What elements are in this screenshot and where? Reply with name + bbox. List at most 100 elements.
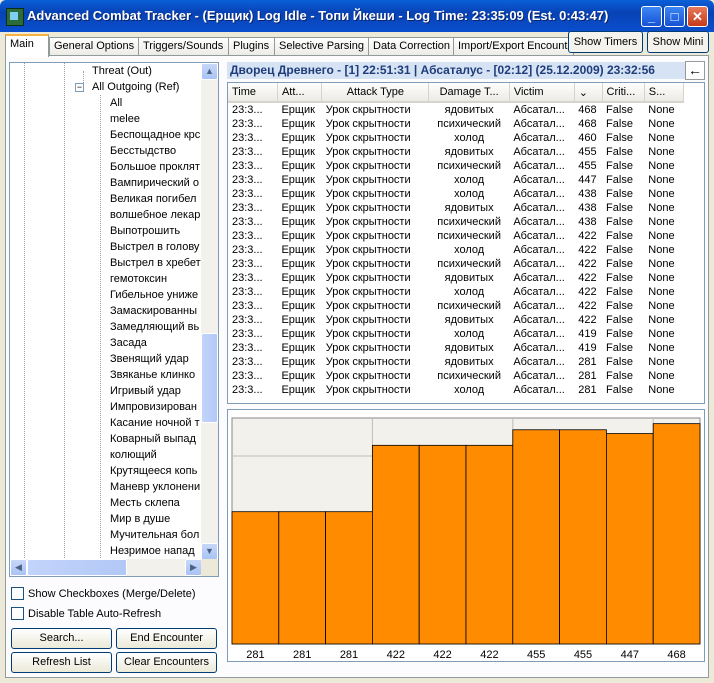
- table-row[interactable]: 23:3... Ерщик Урок скрытности холод Абсатал.…: [228, 131, 684, 145]
- tree-item[interactable]: Маневр уклонени: [110, 479, 202, 495]
- minimize-button[interactable]: _: [641, 6, 662, 27]
- tree-item[interactable]: Выстрел в голову: [110, 239, 202, 255]
- table-cell: 422: [578, 258, 597, 270]
- scroll-up-icon[interactable]: ▲: [201, 63, 218, 80]
- column-header[interactable]: Att...: [277, 83, 323, 103]
- table-row[interactable]: 23:3... Ерщик Урок скрытности психический Аб…: [228, 117, 684, 131]
- tree-item[interactable]: Выпотрошить: [110, 223, 202, 239]
- end-encounter-button[interactable]: End Encounter: [116, 628, 217, 649]
- tab-main[interactable]: Main: [5, 34, 49, 57]
- table-cell: 281: [578, 356, 597, 368]
- tab-triggers-sounds[interactable]: Triggers/Sounds: [138, 37, 232, 55]
- tree-item[interactable]: Импровизирован: [110, 399, 202, 415]
- table-row[interactable]: 23:3... Ерщик Урок скрытности психический Аб…: [228, 299, 684, 313]
- tree-item[interactable]: melee: [110, 111, 202, 127]
- disable-autorefresh-option[interactable]: Disable Table Auto-Refresh: [11, 606, 161, 622]
- scroll-down-icon[interactable]: ▼: [201, 543, 218, 560]
- maximize-button[interactable]: □: [664, 6, 685, 27]
- tab-plugins[interactable]: Plugins: [228, 37, 278, 55]
- refresh-list-button[interactable]: Refresh List: [11, 652, 112, 673]
- column-header[interactable]: Damage T...: [428, 83, 510, 103]
- table-row[interactable]: 23:3... Ерщик Урок скрытности холод Абсатал.…: [228, 327, 684, 341]
- table-cell: психический: [437, 216, 501, 228]
- disable-autorefresh-checkbox[interactable]: [11, 607, 24, 620]
- column-header[interactable]: Time: [228, 83, 278, 103]
- tree-item[interactable]: Гибельное униже: [110, 287, 202, 303]
- table-row[interactable]: 23:3... Ерщик Урок скрытности психический Аб…: [228, 215, 684, 229]
- encounter-tree[interactable]: Threat (Out) − All Outgoing (Ref) All mel…: [9, 62, 219, 577]
- scroll-thumb[interactable]: [201, 333, 218, 423]
- tree-item[interactable]: Большое проклят: [110, 159, 202, 175]
- back-arrow-icon[interactable]: ←: [685, 61, 705, 80]
- table-row[interactable]: 23:3... Ерщик Урок скрытности холод Абсатал.…: [228, 187, 684, 201]
- tab-data-correction[interactable]: Data Correction: [368, 37, 457, 55]
- chart-bar: [418, 444, 467, 645]
- table-row[interactable]: 23:3... Ерщик Урок скрытности холод Абсатал.…: [228, 173, 684, 187]
- table-row[interactable]: 23:3... Ерщик Урок скрытности холод Абсатал.…: [228, 285, 684, 299]
- scroll-left-icon[interactable]: ◀: [10, 559, 27, 576]
- table-row[interactable]: 23:3... Ерщик Урок скрытности ядовитых Абсат…: [228, 145, 684, 159]
- tree-vertical-scrollbar[interactable]: ▲ ▼: [201, 63, 218, 560]
- tree-item[interactable]: колющий: [110, 447, 202, 463]
- tree-item[interactable]: All: [110, 95, 202, 111]
- tree-item[interactable]: Беспощадное крс: [110, 127, 202, 143]
- tree-item[interactable]: Незримое напад: [110, 543, 202, 559]
- table-row[interactable]: 23:3... Ерщик Урок скрытности ядовитых Абсат…: [228, 355, 684, 369]
- tree-horizontal-scrollbar[interactable]: ◀ ▶: [10, 559, 202, 576]
- show-checkboxes-checkbox[interactable]: [11, 587, 24, 600]
- table-cell: ядовитых: [444, 356, 494, 368]
- table-cell: False: [606, 384, 633, 396]
- table-row[interactable]: 23:3... Ерщик Урок скрытности психический Аб…: [228, 369, 684, 383]
- tree-item[interactable]: Месть склепа: [110, 495, 202, 511]
- tree-item[interactable]: Мучительная бол: [110, 527, 202, 543]
- tree-item[interactable]: Бесстыдство: [110, 143, 202, 159]
- tree-item[interactable]: Замедляющий вь: [110, 319, 202, 335]
- table-row[interactable]: 23:3... Ерщик Урок скрытности ядовитых Абсат…: [228, 313, 684, 327]
- table-row[interactable]: 23:3... Ерщик Урок скрытности ядовитых Абсат…: [228, 341, 684, 355]
- column-header[interactable]: S...: [644, 83, 685, 103]
- tree-item[interactable]: волшебное лекар: [110, 207, 202, 223]
- table-row[interactable]: 23:3... Ерщик Урок скрытности холод Абсатал.…: [228, 243, 684, 257]
- tree-item[interactable]: Касание ночной т: [110, 415, 202, 431]
- tree-item[interactable]: Звяканье клинко: [110, 367, 202, 383]
- tree-item[interactable]: Звенящий удар: [110, 351, 202, 367]
- tab-import-export[interactable]: Import/Export Encount: [453, 37, 574, 55]
- column-header[interactable]: Attack Type: [321, 83, 430, 103]
- scroll-right-icon[interactable]: ▶: [185, 559, 202, 576]
- tree-item[interactable]: Засада: [110, 335, 202, 351]
- tree-item-threat-out[interactable]: Threat (Out): [92, 63, 152, 79]
- clear-encounters-button[interactable]: Clear Encounters: [116, 652, 217, 673]
- table-row[interactable]: 23:3... Ерщик Урок скрытности психический Аб…: [228, 229, 684, 243]
- tab-selective-parsing[interactable]: Selective Parsing: [274, 37, 372, 55]
- column-header[interactable]: ⌄: [574, 83, 603, 103]
- show-mini-button[interactable]: Show Mini: [647, 31, 709, 53]
- show-checkboxes-option[interactable]: Show Checkboxes (Merge/Delete): [11, 586, 196, 602]
- tree-item[interactable]: Выстрел в хребет: [110, 255, 202, 271]
- tree-item[interactable]: Великая погибел: [110, 191, 202, 207]
- collapse-icon[interactable]: −: [75, 83, 84, 92]
- show-timers-button[interactable]: Show Timers: [568, 31, 643, 53]
- table-cell: 281: [578, 384, 597, 396]
- attack-table[interactable]: Time Att... Attack Type Damage T... Victim ⌄ C…: [227, 82, 705, 404]
- column-header[interactable]: Criti...: [602, 83, 645, 103]
- table-row[interactable]: 23:3... Ерщик Урок скрытности психический Аб…: [228, 257, 684, 271]
- tree-item-all-outgoing[interactable]: All Outgoing (Ref): [92, 79, 179, 95]
- tree-item[interactable]: Вампирический о: [110, 175, 202, 191]
- table-cell: Абсатал...: [513, 244, 565, 256]
- search-button[interactable]: Search...: [11, 628, 112, 649]
- table-row[interactable]: 23:3... Ерщик Урок скрытности ядовитых Абсат…: [228, 102, 684, 117]
- table-row[interactable]: 23:3... Ерщик Урок скрытности ядовитых Абсат…: [228, 201, 684, 215]
- close-button[interactable]: ✕: [687, 6, 708, 27]
- table-row[interactable]: 23:3... Ерщик Урок скрытности ядовитых Абсат…: [228, 271, 684, 285]
- tab-general-options[interactable]: General Options: [49, 37, 142, 55]
- tree-item[interactable]: Мир в душе: [110, 511, 202, 527]
- table-row[interactable]: 23:3... Ерщик Урок скрытности психический Аб…: [228, 159, 684, 173]
- scroll-thumb[interactable]: [27, 559, 127, 576]
- tree-item[interactable]: гемотоксин: [110, 271, 202, 287]
- tree-item[interactable]: Коварный выпад: [110, 431, 202, 447]
- tree-item[interactable]: Игривый удар: [110, 383, 202, 399]
- table-row[interactable]: 23:3... Ерщик Урок скрытности холод Абсатал.…: [228, 383, 684, 397]
- tree-item[interactable]: Крутящееся копь: [110, 463, 202, 479]
- column-header[interactable]: Victim: [509, 83, 575, 103]
- tree-item[interactable]: Замаскированны: [110, 303, 202, 319]
